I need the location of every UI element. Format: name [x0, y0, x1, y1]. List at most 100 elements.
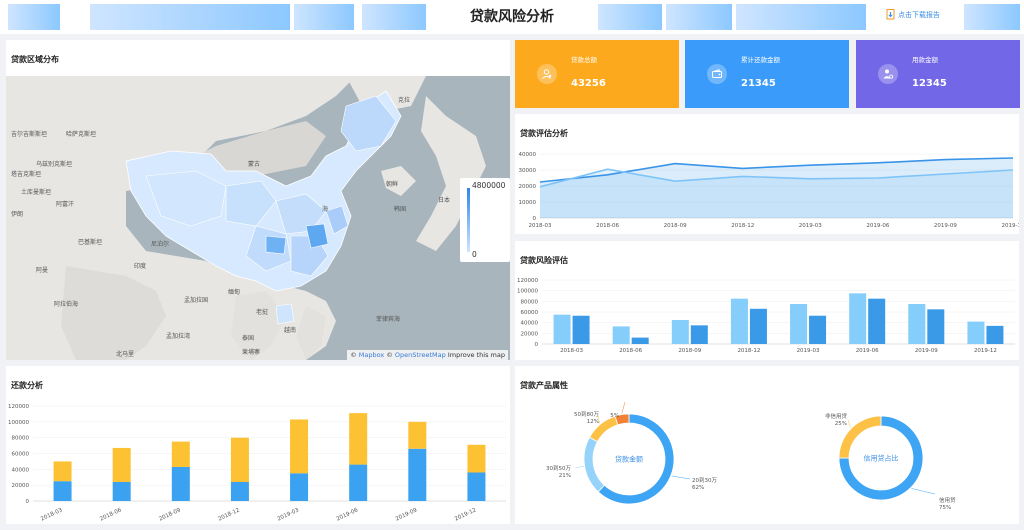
y-tick-label: 120000 [8, 404, 29, 410]
y-tick-label: 100000 [517, 289, 538, 295]
map-place-label: 朝鲜 [386, 180, 398, 188]
stacked-bar-segment [171, 441, 190, 467]
improve-map-link[interactable]: Improve this map [448, 351, 505, 359]
kpi-value: 43256 [571, 78, 606, 89]
x-tick-label: 2018-06 [619, 348, 642, 354]
x-tick-label: 2018-06 [99, 507, 123, 522]
slice-leader-line [847, 419, 851, 428]
slice-leader-line [621, 401, 626, 414]
slice-name-label: 20到30万 [692, 477, 717, 484]
bar [809, 315, 827, 344]
x-tick-label: 2018-03 [40, 507, 64, 522]
kpi-value: 12345 [912, 78, 947, 89]
map-place-label: 泰国 [242, 334, 254, 342]
openstreetmap-link[interactable]: OpenStreetMap [395, 351, 446, 359]
bar [572, 315, 590, 344]
kpi-label: 用款金额 [912, 56, 938, 64]
map-place-label: 北马里 [116, 350, 134, 358]
product-donut-charts[interactable]: 20到30万62% 30到50万21% 50到80万12% 5% 贷款金额信用贷75% 非… [515, 366, 1019, 524]
page-header: 贷款风险分析 点击下载报告 [0, 0, 1024, 34]
map-basemap: 克拉 哈萨克斯坦 乌兹别克斯坦 土库曼斯坦 阿富汗 巴基斯坦 伊朗 阿曼 印度 … [6, 76, 510, 360]
x-tick-label: 2018-06 [596, 223, 619, 229]
map-place-label: 菲律宾海 [376, 315, 400, 323]
map-place-label: 伊朗 [11, 210, 23, 218]
x-tick-label: 2018-09 [158, 507, 182, 522]
attribution-copyright: © [386, 351, 393, 359]
map-panel-title: 贷款区域分布 [11, 55, 59, 64]
kpi-value: 21345 [741, 78, 776, 89]
map-place-label: 孟加拉国 [184, 296, 208, 304]
x-tick-label: 2018-12 [731, 223, 754, 229]
repayment-stacked-bar-chart[interactable]: 0 20000 40000 60000 80000 100000 120000 2018-03… [6, 366, 510, 524]
slice-leader-line [671, 475, 691, 480]
map-place-label: 孟加拉湾 [166, 332, 190, 340]
bar [749, 308, 767, 344]
bar [671, 320, 689, 344]
stacked-bar-segment [408, 421, 427, 449]
kpi-card-repayment: 累计还款金额 21345 [685, 40, 849, 108]
map-place-label: 韩国 [394, 205, 406, 213]
x-tick-label: 2019-12 [974, 348, 997, 354]
stacked-bar-segment [349, 464, 368, 501]
slice-value-label: 62% [692, 485, 704, 491]
download-report-button[interactable]: 点击下载报告 [886, 9, 940, 20]
slice-name-label: 30到50万 [546, 465, 571, 472]
x-tick-label: 2018-03 [560, 348, 583, 354]
legend-gradient-bar[interactable] [467, 188, 470, 252]
slice-name-label: 非信用贷 [825, 412, 848, 420]
map-place-label: 蒙古 [248, 160, 260, 168]
slice-value-label: 75% [939, 505, 951, 511]
y-tick-label: 20000 [521, 331, 539, 337]
y-tick-label: 60000 [12, 452, 30, 458]
stacked-bar-segment [53, 481, 72, 501]
map-place-label: 柬埔寨 [242, 348, 260, 356]
stacked-bar-segment [349, 413, 368, 465]
x-tick-label: 2019-12 [1002, 223, 1019, 229]
x-tick-label: 2018-12 [737, 348, 760, 354]
y-tick-label: 20000 [519, 184, 537, 190]
bar [927, 309, 945, 344]
map-place-label: 老挝 [256, 308, 268, 316]
y-tick-label: 40000 [521, 321, 539, 327]
x-tick-label: 2019-06 [866, 223, 889, 229]
slice-name-label: 50到80万 [574, 411, 599, 418]
donut-slice [583, 436, 605, 493]
stacked-bar-segment [290, 419, 309, 474]
x-tick-label: 2019-09 [395, 507, 419, 522]
stacked-bar-segment [467, 444, 486, 473]
stacked-bar-segment [112, 447, 131, 482]
y-tick-label: 80000 [12, 436, 30, 442]
x-tick-label: 2018-09 [678, 348, 701, 354]
map-place-label: 克拉 [398, 96, 410, 104]
risk-bar-chart[interactable]: 0 20000 40000 60000 80000 100000 120000 2018-03… [515, 241, 1019, 360]
stacked-bar-segment [408, 448, 427, 501]
download-report-label: 点击下载报告 [898, 10, 940, 19]
slice-leader-line [574, 465, 584, 469]
x-tick-label: 2018-09 [664, 223, 687, 229]
map-place-label: 阿拉伯海 [54, 300, 78, 308]
slice-value-label: 12% [587, 419, 599, 425]
bar [849, 293, 867, 344]
x-tick-label: 2019-03 [277, 507, 301, 522]
x-tick-label: 2019-03 [797, 348, 820, 354]
map-place-label: 土库曼斯坦 [21, 188, 51, 196]
legend-max-label: 4800000 [472, 181, 506, 190]
slice-value-label: 21% [559, 473, 571, 479]
assessment-area-chart[interactable]: 0 10000 20000 30000 40000 2018-03 2018-06 2018-… [515, 114, 1020, 234]
y-tick-label: 60000 [521, 310, 539, 316]
mapbox-link[interactable]: Mapbox [359, 351, 384, 359]
legend-min-label: 0 [472, 250, 477, 259]
map-legend: 4800000 0 [460, 178, 510, 262]
x-tick-label: 2019-06 [336, 507, 360, 522]
y-tick-label: 100000 [8, 420, 29, 426]
x-tick-label: 2019-12 [454, 507, 477, 522]
user-money-icon [878, 64, 898, 84]
donut-center-label: 贷款金额 [615, 455, 643, 464]
stacked-bar-segment [112, 482, 131, 501]
y-tick-label: 0 [535, 342, 539, 348]
bar [908, 304, 926, 344]
kpi-card-loan-total: 贷款总额 43256 [515, 40, 679, 108]
region-map[interactable]: 克拉 哈萨克斯坦 乌兹别克斯坦 土库曼斯坦 阿富汗 巴基斯坦 伊朗 阿曼 印度 … [6, 76, 510, 360]
map-attribution: © Mapbox © OpenStreetMap Improve this ma… [347, 350, 508, 360]
bar [690, 325, 708, 344]
